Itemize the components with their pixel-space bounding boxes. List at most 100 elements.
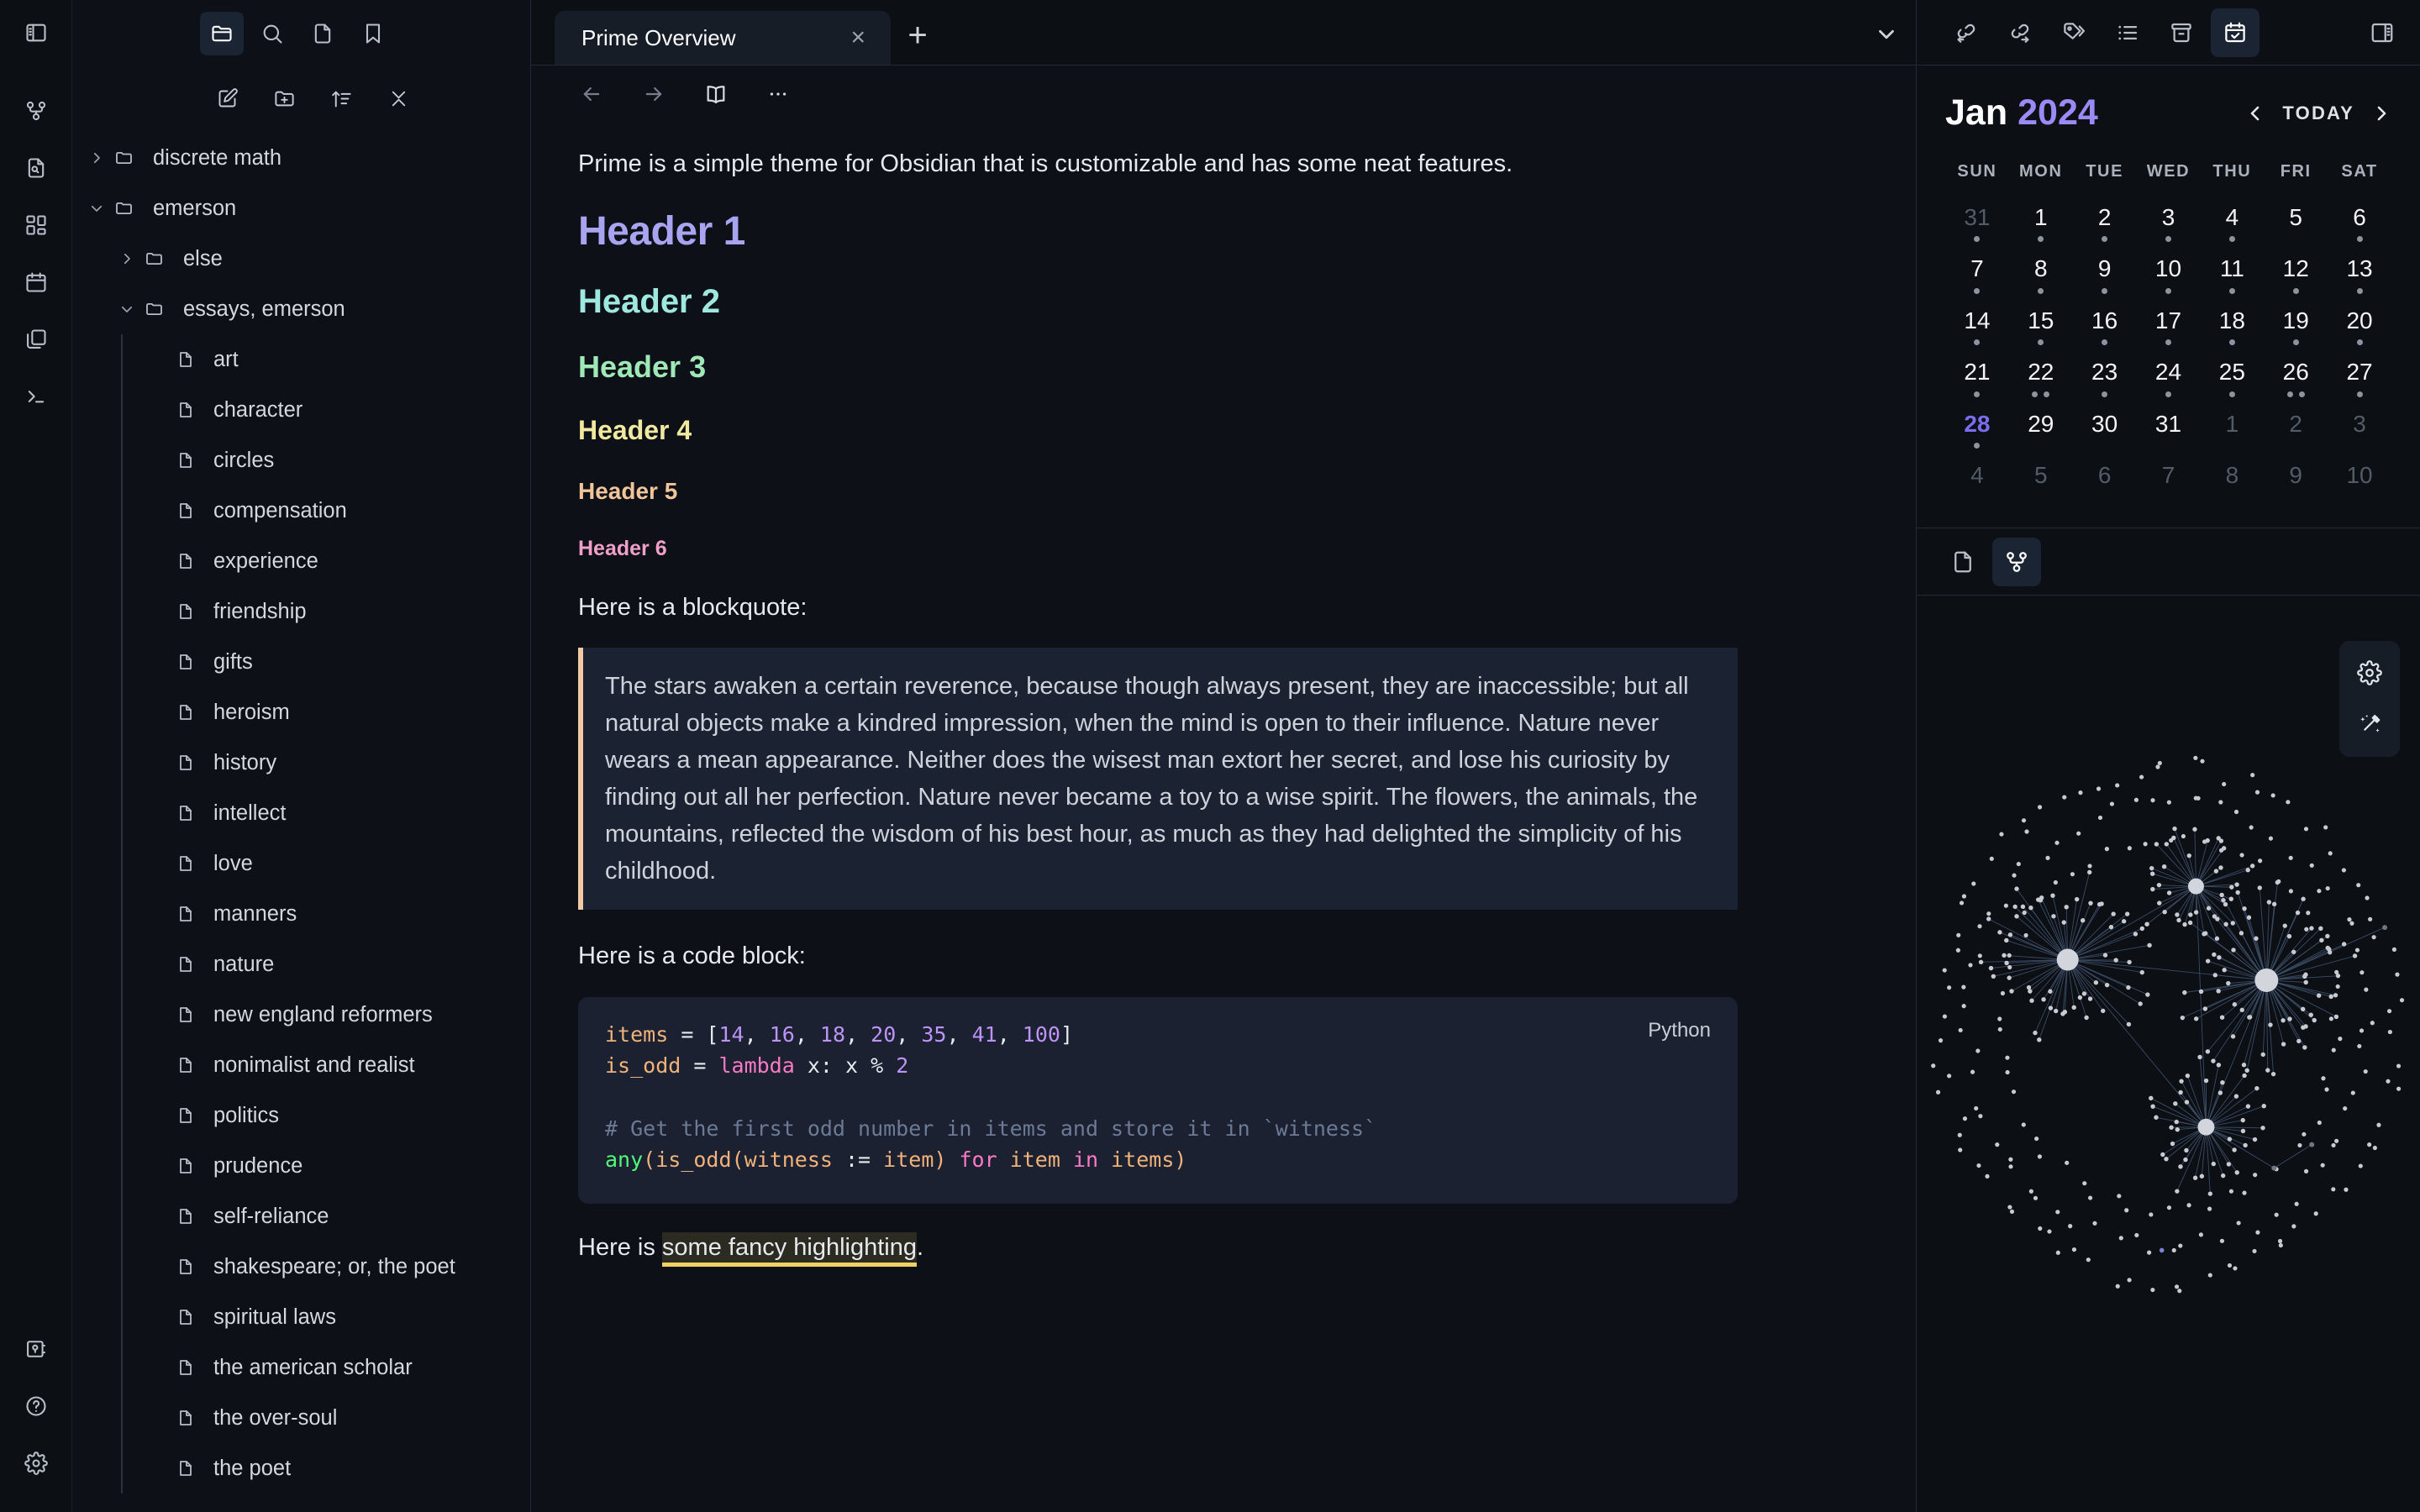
sidebar-toggle-icon[interactable] (14, 11, 58, 55)
tree-file-row[interactable]: prudence (72, 1141, 530, 1191)
calendar-day-cell[interactable]: 6 (2073, 454, 2137, 506)
tree-file-row[interactable]: the american scholar (72, 1342, 530, 1393)
help-icon[interactable] (14, 1384, 58, 1428)
tree-file-row[interactable]: self-reliance (72, 1191, 530, 1242)
calendar-day-cell[interactable]: 18 (2200, 300, 2264, 351)
sort-icon[interactable] (328, 84, 356, 113)
calendar-icon[interactable] (2211, 8, 2260, 57)
calendar-day-cell[interactable]: 5 (2264, 197, 2328, 248)
calendar-day-cell[interactable]: 25 (2200, 351, 2264, 402)
tree-file-row[interactable]: heroism (72, 687, 530, 738)
graph-view-icon[interactable] (14, 89, 58, 133)
tree-file-row[interactable]: spiritual laws (72, 1292, 530, 1342)
chevron-right-icon[interactable] (79, 150, 114, 165)
calendar-day-cell[interactable]: 7 (1945, 248, 2009, 299)
tree-file-row[interactable]: history (72, 738, 530, 788)
tree-file-row[interactable]: intellect (72, 788, 530, 838)
tree-file-row[interactable]: the over-soul (72, 1393, 530, 1443)
new-tab-button[interactable]: + (891, 11, 944, 65)
graph-view-icon[interactable] (1992, 537, 2041, 586)
tree-folder-row[interactable]: essays, emerson (72, 284, 530, 334)
tree-file-row[interactable]: character (72, 385, 530, 435)
backlinks-icon[interactable] (1942, 8, 1991, 57)
graph-canvas-area[interactable] (1917, 596, 2420, 1512)
daily-note-icon[interactable] (14, 260, 58, 304)
tree-file-row[interactable]: friendship (72, 586, 530, 637)
calendar-day-cell[interactable]: 7 (2137, 454, 2201, 506)
calendar-day-cell[interactable]: 29 (2009, 403, 2073, 454)
tree-file-row[interactable]: shakespeare; or, the poet (72, 1242, 530, 1292)
explorer-tab-bookmarks[interactable] (351, 12, 395, 55)
back-arrow-icon[interactable] (573, 76, 610, 113)
tree-folder-row[interactable]: emerson (72, 183, 530, 234)
calendar-day-cell[interactable]: 30 (2073, 403, 2137, 454)
calendar-day-cell[interactable]: 2 (2264, 403, 2328, 454)
calendar-day-cell[interactable]: 22 (2009, 351, 2073, 402)
chevron-right-icon[interactable] (2371, 103, 2391, 123)
tree-file-row[interactable]: art (72, 334, 530, 385)
calendar-day-cell[interactable]: 19 (2264, 300, 2328, 351)
chevron-down-icon[interactable] (79, 201, 114, 216)
calendar-day-cell[interactable]: 23 (2073, 351, 2137, 402)
calendar-day-cell[interactable]: 27 (2328, 351, 2391, 402)
calendar-day-cell[interactable]: 31 (2137, 403, 2201, 454)
canvas-icon[interactable] (14, 203, 58, 247)
calendar-day-cell[interactable]: 5 (2009, 454, 2073, 506)
calendar-day-cell[interactable]: 6 (2328, 197, 2391, 248)
explorer-tab-folder[interactable] (199, 12, 244, 55)
chevron-down-icon[interactable] (109, 302, 145, 317)
file-search-icon[interactable] (14, 146, 58, 190)
calendar-day-cell[interactable]: 10 (2328, 454, 2391, 506)
tree-file-row[interactable]: love (72, 838, 530, 889)
new-note-icon[interactable] (213, 84, 242, 113)
tree-file-row[interactable]: nonimalist and realist (72, 1040, 530, 1090)
calendar-day-cell[interactable]: 14 (1945, 300, 2009, 351)
tree-file-row[interactable]: the poet (72, 1443, 530, 1494)
forward-arrow-icon[interactable] (635, 76, 672, 113)
tab-prime-overview[interactable]: Prime Overview × (555, 11, 891, 65)
outline-icon[interactable] (2103, 8, 2152, 57)
tree-file-row[interactable]: new england reformers (72, 990, 530, 1040)
local-file-icon[interactable] (1939, 538, 1987, 586)
magic-wand-icon[interactable] (2346, 701, 2393, 748)
chevron-right-icon[interactable] (109, 251, 145, 266)
calendar-day-cell[interactable]: 26 (2264, 351, 2328, 402)
today-button[interactable]: TODAY (2282, 102, 2354, 124)
calendar-day-cell[interactable]: 11 (2200, 248, 2264, 299)
outgoing-links-icon[interactable] (1996, 8, 2044, 57)
tree-folder-row[interactable]: discrete math (72, 133, 530, 183)
calendar-day-cell[interactable]: 24 (2137, 351, 2201, 402)
workspaces-icon[interactable] (14, 318, 58, 361)
calendar-day-cell[interactable]: 4 (2200, 197, 2264, 248)
close-icon[interactable]: × (850, 25, 865, 50)
tags-icon[interactable] (2049, 8, 2098, 57)
calendar-day-cell[interactable]: 3 (2137, 197, 2201, 248)
tree-file-row[interactable]: manners (72, 889, 530, 939)
archive-icon[interactable] (2157, 8, 2206, 57)
calendar-day-cell[interactable]: 13 (2328, 248, 2391, 299)
calendar-day-cell[interactable]: 21 (1945, 351, 2009, 402)
terminal-icon[interactable] (14, 375, 58, 418)
chevron-down-icon[interactable] (1857, 11, 1916, 65)
more-options-icon[interactable] (760, 76, 797, 113)
right-sidebar-toggle-icon[interactable] (2358, 8, 2407, 57)
calendar-day-cell[interactable]: 3 (2328, 403, 2391, 454)
calendar-day-cell[interactable]: 8 (2009, 248, 2073, 299)
calendar-day-cell[interactable]: 1 (2200, 403, 2264, 454)
calendar-day-cell[interactable]: 10 (2137, 248, 2201, 299)
vault-icon[interactable] (14, 1327, 58, 1371)
tree-file-row[interactable]: circles (72, 435, 530, 486)
tree-folder-row[interactable]: else (72, 234, 530, 284)
calendar-day-cell[interactable]: 28 (1945, 403, 2009, 454)
calendar-day-cell[interactable]: 1 (2009, 197, 2073, 248)
explorer-tab-search[interactable] (250, 12, 294, 55)
calendar-day-cell[interactable]: 9 (2264, 454, 2328, 506)
calendar-day-cell[interactable]: 8 (2200, 454, 2264, 506)
calendar-day-cell[interactable]: 9 (2073, 248, 2137, 299)
tree-file-row[interactable]: nature (72, 939, 530, 990)
calendar-day-cell[interactable]: 16 (2073, 300, 2137, 351)
tree-file-row[interactable]: compensation (72, 486, 530, 536)
explorer-tab-file[interactable] (301, 12, 345, 55)
new-folder-icon[interactable] (271, 84, 299, 113)
gear-icon[interactable] (2346, 649, 2393, 696)
